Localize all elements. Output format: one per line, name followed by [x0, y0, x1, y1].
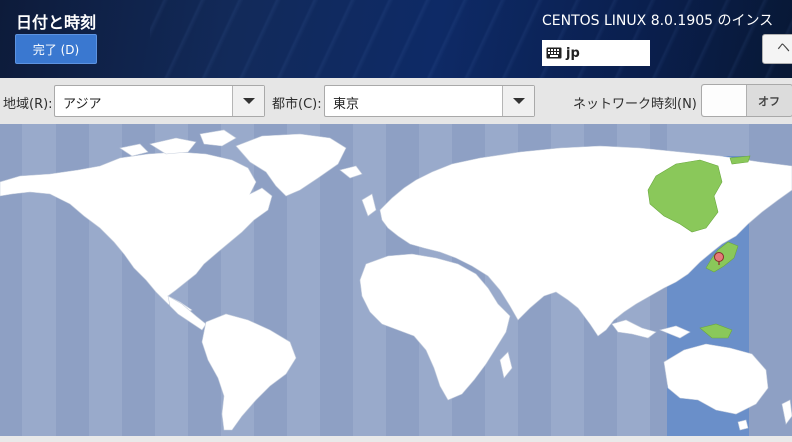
chevron-down-icon[interactable] [502, 86, 534, 116]
keyboard-icon [546, 47, 562, 59]
world-map-svg[interactable] [0, 124, 792, 436]
timezone-map[interactable] [0, 124, 792, 436]
header-bar: 日付と時刻 完了 (D) CENTOS LINUX 8.0.1905 のインス … [0, 0, 792, 78]
ntp-state: オフ [758, 95, 780, 108]
keyboard-layout-label: jp [566, 45, 580, 61]
ntp-label: ネットワーク時刻(N) [573, 97, 697, 112]
region-value: アジア [63, 97, 102, 112]
done-button[interactable]: 完了 (D) [15, 34, 97, 64]
toggle-knob[interactable] [702, 85, 747, 116]
city-label: 都市(C): [272, 97, 322, 112]
ntp-toggle[interactable]: オフ [701, 84, 792, 117]
chevron-down-icon[interactable] [232, 86, 264, 116]
city-combo[interactable]: 東京 [324, 85, 535, 117]
timezone-toolbar: 地域(R): アジア 都市(C): 東京 ネットワーク時刻(N) オフ [0, 78, 792, 124]
bottom-strip [0, 436, 792, 442]
region-combo[interactable]: アジア [54, 85, 265, 117]
region-label: 地域(R): [3, 97, 53, 112]
product-title: CENTOS LINUX 8.0.1905 のインス [542, 13, 774, 29]
keyboard-layout-indicator[interactable]: jp [542, 40, 650, 66]
city-value: 東京 [333, 97, 360, 112]
page-title: 日付と時刻 [16, 13, 97, 32]
help-button[interactable]: ヘ [762, 34, 792, 64]
